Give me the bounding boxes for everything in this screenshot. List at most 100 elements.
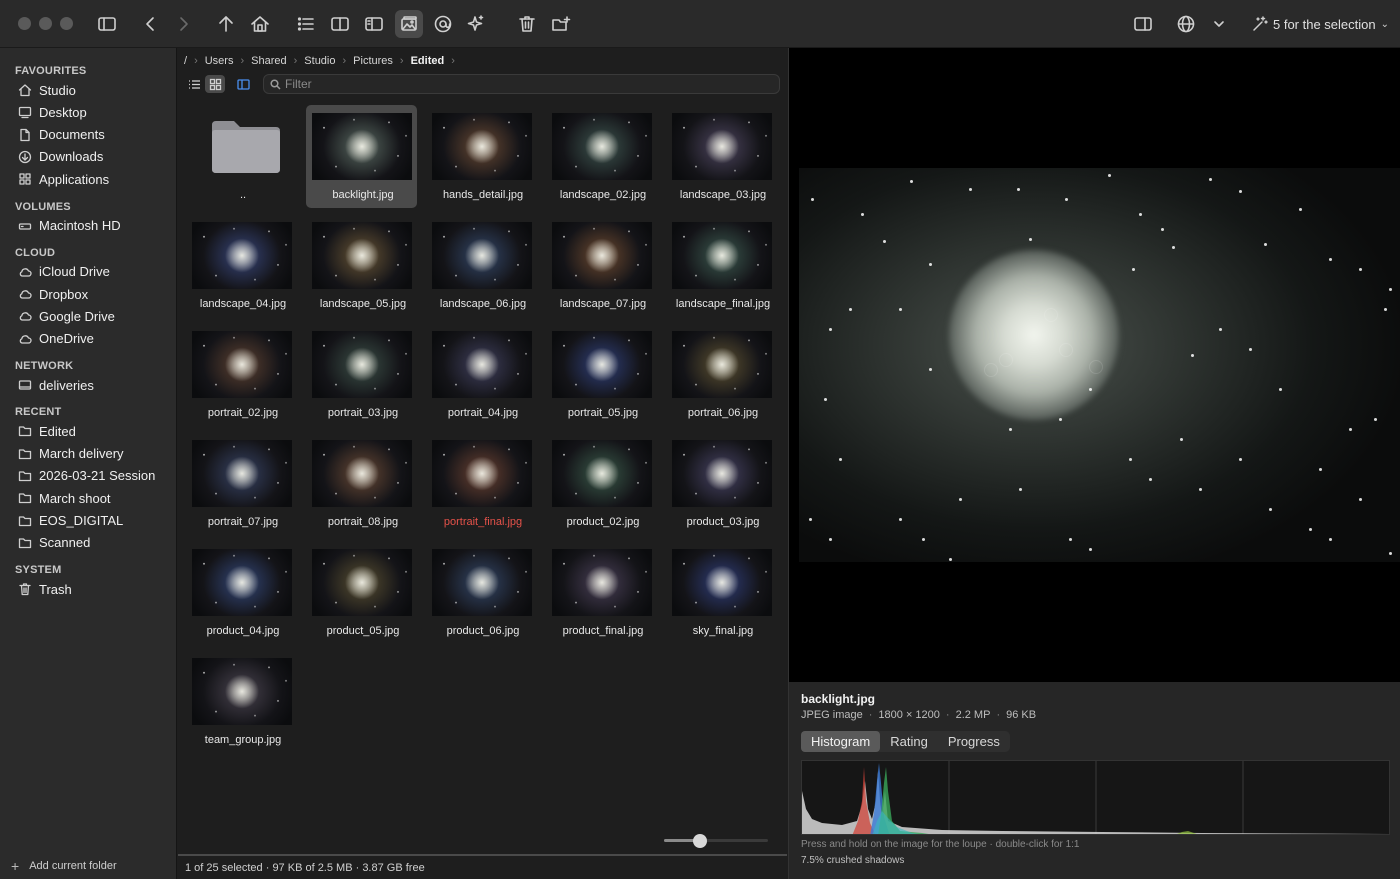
file-item[interactable]: portrait_08.jpg bbox=[303, 430, 423, 539]
slider-knob[interactable] bbox=[693, 834, 708, 848]
delete-button[interactable] bbox=[513, 10, 541, 38]
file-item[interactable]: portrait_03.jpg bbox=[303, 321, 423, 430]
sidebar-item-desktop[interactable]: Desktop bbox=[18, 102, 173, 122]
sidebar-item-macintosh-hd[interactable]: Macintosh HD bbox=[18, 216, 173, 236]
sidebar-item-scanned[interactable]: Scanned bbox=[18, 533, 173, 553]
sidebar-item-dropbox[interactable]: Dropbox bbox=[18, 284, 173, 304]
file-item[interactable]: product_02.jpg bbox=[543, 430, 663, 539]
thumbnail-image bbox=[432, 549, 532, 616]
sidebar-item-icloud-drive[interactable]: iCloud Drive bbox=[18, 262, 173, 282]
sidebar-item-eos-digital[interactable]: EOS_DIGITAL bbox=[18, 511, 173, 531]
file-item[interactable]: portrait_05.jpg bbox=[543, 321, 663, 430]
file-item[interactable]: landscape_03.jpg bbox=[663, 103, 783, 212]
file-item[interactable]: product_06.jpg bbox=[423, 539, 543, 648]
file-item[interactable]: portrait_06.jpg bbox=[663, 321, 783, 430]
close-window-button[interactable] bbox=[18, 17, 31, 30]
file-item[interactable]: hands_detail.jpg bbox=[423, 103, 543, 212]
thumbnail-size-slider[interactable] bbox=[664, 834, 768, 848]
tab-progress[interactable]: Progress bbox=[938, 731, 1010, 752]
inspector-toggle-button[interactable] bbox=[1129, 10, 1157, 38]
sidebar-item-label: Trash bbox=[39, 581, 72, 597]
file-item[interactable]: landscape_06.jpg bbox=[423, 212, 543, 321]
sidebar-item-onedrive[interactable]: OneDrive bbox=[18, 329, 173, 349]
preview-view-button[interactable] bbox=[395, 10, 423, 38]
file-item[interactable]: landscape_05.jpg bbox=[303, 212, 423, 321]
sidebar-item-trash[interactable]: Trash bbox=[18, 579, 173, 599]
status-text: 1 of 25 selected · 97 KB of 2.5 MB · 3.8… bbox=[185, 861, 425, 874]
star-dot bbox=[1389, 288, 1392, 291]
parent-folder-button[interactable] bbox=[212, 10, 240, 38]
home-button[interactable] bbox=[246, 10, 274, 38]
sidebar-item-march-delivery[interactable]: March delivery bbox=[18, 444, 173, 464]
file-item[interactable]: portrait_07.jpg bbox=[183, 430, 303, 539]
sidebar-item-march-shoot[interactable]: March shoot bbox=[18, 488, 173, 508]
file-item[interactable]: landscape_04.jpg bbox=[183, 212, 303, 321]
mention-button[interactable] bbox=[429, 10, 457, 38]
grid-mode-button[interactable] bbox=[205, 75, 225, 93]
minimize-window-button[interactable] bbox=[39, 17, 52, 30]
file-item[interactable]: sky_final.jpg bbox=[663, 539, 783, 648]
list-view-button[interactable] bbox=[292, 10, 320, 38]
tab-rating[interactable]: Rating bbox=[880, 731, 938, 752]
sidebar-item-google-drive[interactable]: Google Drive bbox=[18, 306, 173, 326]
breadcrumb-item[interactable]: Users bbox=[205, 55, 234, 67]
file-item[interactable]: landscape_07.jpg bbox=[543, 212, 663, 321]
breadcrumb-item[interactable]: Studio bbox=[304, 55, 335, 67]
zoom-window-button[interactable] bbox=[60, 17, 73, 30]
file-item[interactable]: team_group.jpg bbox=[183, 648, 303, 757]
up-icon bbox=[219, 16, 233, 32]
preview-pane-toggle[interactable] bbox=[233, 75, 253, 93]
panel-view-button[interactable] bbox=[360, 10, 388, 38]
sidebar-item-2026-03-21-session[interactable]: 2026-03-21 Session bbox=[18, 466, 173, 486]
file-name: team_group.jpg bbox=[204, 734, 282, 746]
tab-histogram[interactable]: Histogram bbox=[801, 731, 881, 752]
magic-wand-icon bbox=[1253, 16, 1268, 31]
metadata-value: 1800 × 1200 bbox=[878, 709, 940, 721]
file-item[interactable]: portrait_02.jpg bbox=[183, 321, 303, 430]
breadcrumb-item[interactable]: / bbox=[184, 55, 187, 67]
image-preview[interactable] bbox=[799, 168, 1400, 562]
network-menu-button[interactable] bbox=[1205, 10, 1233, 38]
network-button[interactable] bbox=[1172, 10, 1200, 38]
file-item[interactable]: portrait_04.jpg bbox=[423, 321, 543, 430]
file-item[interactable]: product_final.jpg bbox=[543, 539, 663, 648]
breadcrumb-item[interactable]: Shared bbox=[251, 55, 286, 67]
star-dot bbox=[899, 518, 902, 521]
star-dot bbox=[1374, 418, 1377, 421]
breadcrumb-item[interactable]: Pictures bbox=[353, 55, 393, 67]
file-name: landscape_04.jpg bbox=[199, 298, 287, 310]
new-folder-button[interactable] bbox=[547, 10, 575, 38]
star-dot bbox=[1349, 428, 1352, 431]
sidebar-item-edited[interactable]: Edited bbox=[18, 421, 173, 441]
sidebar-item-studio[interactable]: Studio bbox=[18, 80, 173, 100]
file-item[interactable]: product_04.jpg bbox=[183, 539, 303, 648]
star-dot bbox=[1329, 258, 1332, 261]
list-mode-button[interactable] bbox=[184, 75, 204, 93]
file-item[interactable]: product_03.jpg bbox=[663, 430, 783, 539]
file-item[interactable]: landscape_02.jpg bbox=[543, 103, 663, 212]
sidebar-item-documents[interactable]: Documents bbox=[18, 125, 173, 145]
file-item[interactable]: landscape_final.jpg bbox=[663, 212, 783, 321]
filter-input[interactable] bbox=[285, 77, 765, 91]
breadcrumb-item[interactable]: Edited bbox=[411, 55, 445, 67]
selection-actions-button[interactable]: 5 for the selection ⌄ bbox=[1252, 16, 1389, 32]
back-button[interactable] bbox=[137, 10, 165, 38]
download-icon bbox=[18, 150, 32, 164]
chevron-right-icon: › bbox=[342, 55, 347, 67]
sidebar-item-deliveries[interactable]: deliveries bbox=[18, 375, 173, 395]
forward-button[interactable] bbox=[169, 10, 197, 38]
ai-assist-button[interactable] bbox=[462, 10, 490, 38]
sidebar-item-downloads[interactable]: Downloads bbox=[18, 147, 173, 167]
preview-panel: backlight.jpg JPEG image · 1800 × 1200 · 2.2… bbox=[788, 48, 1400, 879]
file-item[interactable]: product_05.jpg bbox=[303, 539, 423, 648]
file-item[interactable]: portrait_final.jpg bbox=[423, 430, 543, 539]
sidebar-item-label: March shoot bbox=[39, 490, 111, 506]
sidebar-item-applications[interactable]: Applications bbox=[18, 169, 173, 189]
columns-view-button[interactable] bbox=[326, 10, 354, 38]
chevron-right-icon: › bbox=[194, 55, 198, 67]
filter-field[interactable] bbox=[263, 74, 780, 94]
file-item[interactable]: backlight.jpg bbox=[303, 103, 423, 212]
add-current-folder-button[interactable]: + Add current folder bbox=[11, 858, 117, 874]
sidebar-toggle-button[interactable] bbox=[93, 10, 121, 38]
parent-folder-item[interactable]: .. bbox=[183, 103, 303, 212]
